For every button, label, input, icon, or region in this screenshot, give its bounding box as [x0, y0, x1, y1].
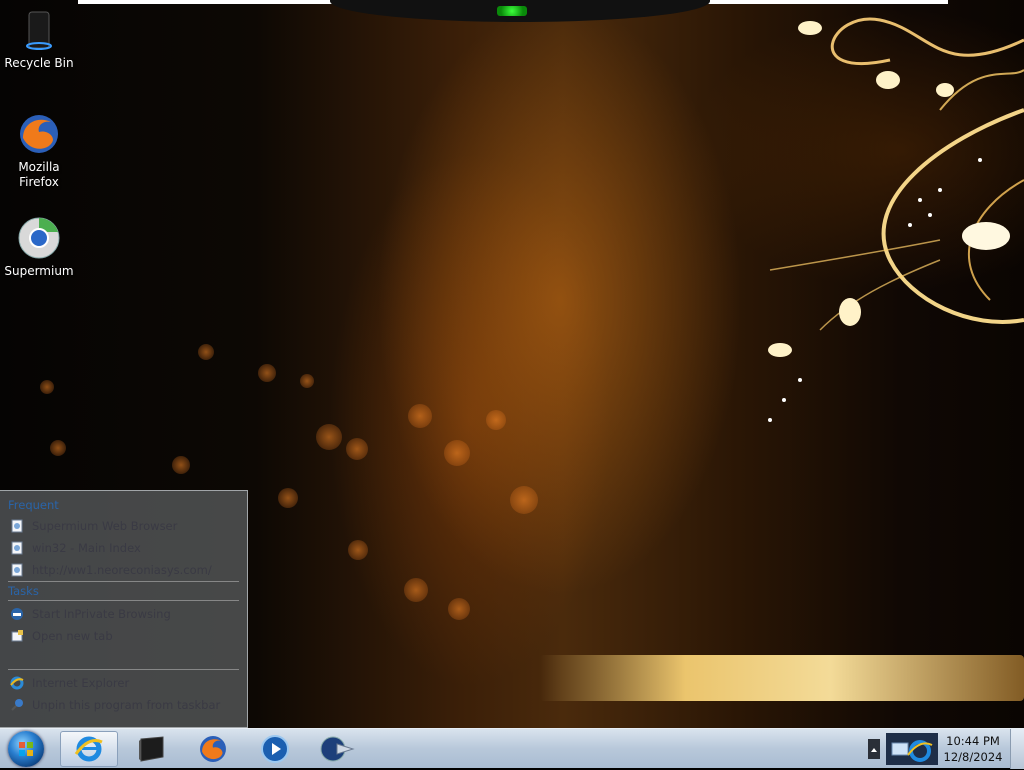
clock-date: 12/8/2024: [943, 750, 1003, 764]
bokeh-light: [50, 440, 66, 456]
inprivate-icon: [10, 607, 24, 621]
internet-explorer-icon: [74, 736, 103, 762]
wallpaper-green-light: [497, 6, 527, 16]
internet-explorer-icon: [10, 676, 24, 690]
bokeh-light: [510, 486, 538, 514]
jump-list-frequent-header: Frequent: [8, 498, 59, 512]
show-hidden-icons-button[interactable]: [868, 739, 880, 759]
jump-list-tasks-header: Tasks: [8, 584, 39, 598]
wallpaper-light-streak: [540, 655, 1024, 701]
supermium-icon: [17, 216, 61, 260]
new-tab-icon: [10, 629, 24, 643]
jump-list-item[interactable]: Supermium Web Browser: [0, 515, 247, 537]
start-button[interactable]: [8, 731, 44, 767]
firefox-icon: [200, 736, 226, 762]
jump-list-item-label: Supermium Web Browser: [32, 519, 178, 533]
bokeh-light: [258, 364, 276, 382]
bokeh-light: [404, 578, 428, 602]
jump-list-menu: Frequent Supermium Web Browser win32 - M…: [0, 490, 248, 728]
media-player-icon: [261, 735, 289, 763]
jump-list-item-label: Open new tab: [32, 629, 113, 643]
jump-list-item-label: http://ww1.neoreconiasys.com/: [32, 563, 212, 577]
taskbar-button-supermium[interactable]: [308, 731, 366, 767]
clock-time: 10:44 PM: [946, 734, 1000, 748]
desktop-wallpaper[interactable]: Recycle Bin Mozilla Firefox Supermium Fr…: [0, 0, 1024, 728]
firefox-icon: [17, 112, 61, 156]
desktop-icon-label: Supermium: [4, 264, 74, 278]
jump-list-item[interactable]: http://ww1.neoreconiasys.com/: [0, 559, 247, 581]
bokeh-light: [40, 380, 54, 394]
divider: [8, 600, 239, 601]
bokeh-light: [278, 488, 298, 508]
bokeh-light: [408, 404, 432, 428]
taskbar-button-internet-explorer[interactable]: [60, 731, 118, 767]
bokeh-light: [348, 540, 368, 560]
desktop-icon-recycle-bin[interactable]: Recycle Bin: [0, 8, 78, 71]
jump-list-item-label: Start InPrivate Browsing: [32, 607, 171, 621]
bokeh-light: [448, 598, 470, 620]
bokeh-light: [300, 374, 314, 388]
bokeh-light: [316, 424, 342, 450]
divider: [8, 581, 239, 582]
jump-list-unpin[interactable]: Unpin this program from taskbar: [0, 694, 247, 716]
taskbar-button-terminal[interactable]: [122, 731, 180, 767]
bokeh-light: [346, 438, 368, 460]
recycle-bin-icon: [17, 8, 61, 52]
supermium-icon: [320, 736, 355, 762]
jump-list-item[interactable]: win32 - Main Index: [0, 537, 247, 559]
jump-list-task-inprivate[interactable]: Start InPrivate Browsing: [0, 603, 247, 625]
page-icon: [10, 563, 24, 577]
unpin-icon: [10, 698, 24, 712]
divider: [8, 669, 239, 670]
jump-list-item-label: Unpin this program from taskbar: [32, 698, 221, 712]
taskbar: 10:44 PM 12/8/2024: [0, 728, 1024, 769]
windows-logo-icon: [19, 742, 33, 756]
page-icon: [10, 541, 24, 555]
page-icon: [10, 519, 24, 533]
desktop-icon-label: Mozilla Firefox: [18, 160, 60, 189]
bokeh-light: [486, 410, 506, 430]
desktop-icon-firefox[interactable]: Mozilla Firefox: [0, 112, 78, 190]
system-clock[interactable]: 10:44 PM 12/8/2024: [938, 733, 1008, 765]
bokeh-light: [444, 440, 470, 466]
jump-list-item-label: win32 - Main Index: [32, 541, 141, 555]
taskbar-button-media-player[interactable]: [246, 731, 304, 767]
taskbar-button-firefox[interactable]: [184, 731, 242, 767]
chevron-up-icon: [871, 748, 877, 752]
tray-network-icon-area[interactable]: [886, 733, 938, 765]
show-desktop-button[interactable]: [1010, 729, 1024, 769]
bokeh-light: [172, 456, 190, 474]
desktop-icon-label: Recycle Bin: [4, 56, 74, 70]
jump-list-task-new-tab[interactable]: Open new tab: [0, 625, 247, 647]
jump-list-item-label: Internet Explorer: [32, 676, 130, 690]
network-ie-tray-icon: [891, 740, 933, 762]
golden-swirl-ornament: [768, 17, 1024, 422]
terminal-icon: [139, 736, 164, 762]
bokeh-light: [198, 344, 214, 360]
desktop-icon-supermium[interactable]: Supermium: [0, 216, 78, 279]
jump-list-program-ie[interactable]: Internet Explorer: [0, 672, 247, 694]
